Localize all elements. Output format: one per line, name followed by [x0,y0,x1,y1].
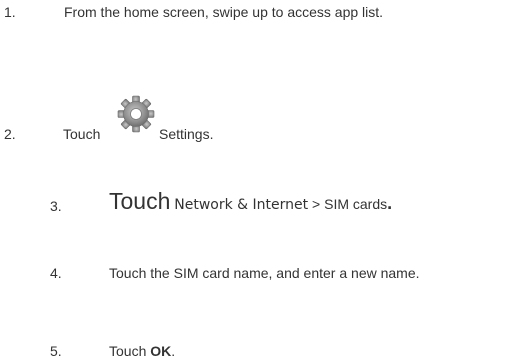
step-text-touch: Touch [63,126,101,142]
step-text-touch: Touch [109,343,151,359]
step-number: 3. [50,198,62,214]
step-number: 1. [4,4,16,20]
step-number: 5. [50,343,62,359]
step-text-settings: Settings. [159,126,214,142]
sentence-end: . [387,193,393,213]
ok-label: OK [150,343,172,359]
settings-gear-icon [117,95,155,133]
step-text: Touch Network & Internet > SIM cards. [109,190,393,214]
menu-path-sim-cards: SIM cards [324,196,388,212]
step-text: Touch the SIM card name, and enter a new… [109,265,420,281]
step-text-touch: Touch [109,188,171,214]
step-text: From the home screen, swipe up to access… [64,4,384,20]
path-separator: > [308,196,325,212]
step-number: 4. [50,265,62,281]
sentence-end: . [171,343,176,359]
step-number: 2. [4,126,16,142]
menu-path-network: Network & Internet [174,197,309,213]
step-text: Touch OK. [109,342,175,360]
